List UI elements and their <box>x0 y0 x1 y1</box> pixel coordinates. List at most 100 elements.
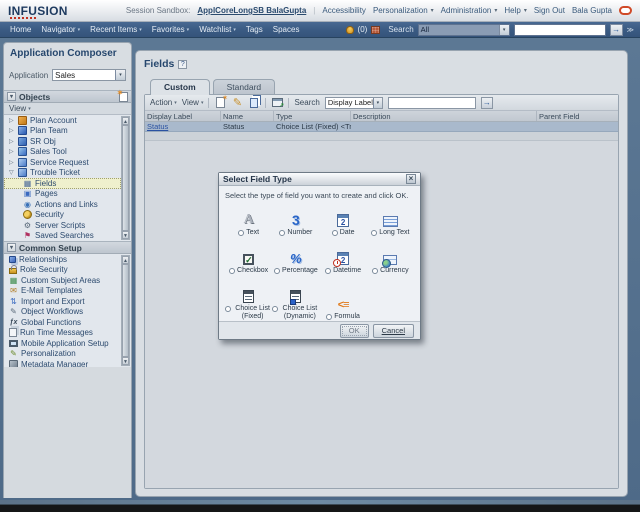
administration-menu[interactable]: Administration <box>441 6 492 15</box>
tree-item-trouble-ticket[interactable]: ▽ Trouble Ticket <box>4 168 121 179</box>
option-number[interactable]: 3 Number <box>272 204 319 237</box>
list-item-personalization[interactable]: ✎ Personalization <box>4 349 121 360</box>
scroll-down-icon[interactable]: ▼ <box>122 357 129 365</box>
column-header-description[interactable]: Description <box>351 111 537 121</box>
view-menu-button[interactable]: View ▾ <box>182 98 204 107</box>
search-column-select[interactable]: Display Label ▾ <box>325 97 383 109</box>
tree-item-server-scripts[interactable]: ⚙ Server Scripts <box>4 220 121 231</box>
radio-number[interactable] <box>279 230 285 236</box>
option-date[interactable]: 2 Date <box>320 204 367 237</box>
list-item-object-workflows[interactable]: ✎ Object Workflows <box>4 307 121 318</box>
expand-icon[interactable]: ▷ <box>9 127 15 134</box>
column-header-display-label[interactable]: Display Label <box>145 111 221 121</box>
radio-long-text[interactable] <box>371 230 377 236</box>
fields-search-go-button[interactable]: → <box>481 97 493 109</box>
tab-custom[interactable]: Custom <box>150 79 210 95</box>
tree-item-plan-team[interactable]: ▷ Plan Team <box>4 126 121 137</box>
field-status-link[interactable]: Status <box>147 122 168 131</box>
tree-item-plan-account[interactable]: ▷ Plan Account <box>4 115 121 126</box>
option-percentage[interactable]: % Percentage <box>272 242 319 275</box>
search-scope-select[interactable]: All ▾ <box>418 24 510 36</box>
collapse-icon[interactable]: ▾ <box>7 92 16 101</box>
option-choice-list-dynamic[interactable]: Choice List (Dynamic) <box>272 280 319 321</box>
radio-formula[interactable] <box>326 314 332 320</box>
list-item-custom-subject-areas[interactable]: ▦ Custom Subject Areas <box>4 275 121 286</box>
tab-standard[interactable]: Standard <box>213 79 276 95</box>
radio-datetime[interactable] <box>325 268 331 274</box>
scroll-up-icon[interactable]: ▲ <box>122 256 129 264</box>
scroll-up-icon[interactable]: ▲ <box>122 117 129 125</box>
edit-field-button[interactable]: ✎ <box>231 97 243 109</box>
expand-icon[interactable]: ▷ <box>9 117 15 124</box>
scrollbar-thumb[interactable] <box>122 125 129 231</box>
radio-percentage[interactable] <box>274 268 280 274</box>
collapse-tree-icon[interactable]: ▽ <box>9 169 15 176</box>
calendar-icon[interactable] <box>371 26 380 34</box>
ok-button[interactable]: OK <box>340 324 369 338</box>
option-formula[interactable]: <≡ Formula <box>320 280 367 321</box>
expand-icon[interactable]: ▷ <box>9 159 15 166</box>
search-go-button[interactable]: → <box>610 24 623 36</box>
notifications-bell-icon[interactable] <box>346 26 354 34</box>
tree-item-sr-obj[interactable]: ▷ SR Obj <box>4 136 121 147</box>
nav-watchlist[interactable]: Watchlist▾ <box>199 25 236 34</box>
list-item-run-time-messages[interactable]: Run Time Messages <box>4 328 121 339</box>
tree-item-pages[interactable]: ▣ Pages <box>4 189 121 200</box>
table-row[interactable]: Status Status Choice List (Fixed) <Troub… <box>145 122 618 132</box>
radio-date[interactable] <box>332 230 338 236</box>
tree-item-security[interactable]: Security <box>4 210 121 221</box>
option-currency[interactable]: Currency <box>367 242 414 275</box>
action-menu-button[interactable]: Action ▾ <box>150 98 177 107</box>
tree-item-actions-and-links[interactable]: ◉ Actions and Links <box>4 199 121 210</box>
radio-choice-list-fixed[interactable] <box>225 306 231 312</box>
view-menu-button[interactable]: View <box>9 104 26 113</box>
list-item-import-and-export[interactable]: ⇅ Import and Export <box>4 296 121 307</box>
radio-checkbox[interactable] <box>229 268 235 274</box>
expand-icon[interactable]: ▷ <box>9 148 15 155</box>
radio-currency[interactable] <box>372 268 378 274</box>
list-item-relationships[interactable]: Relationships <box>4 254 121 265</box>
scroll-down-icon[interactable]: ▼ <box>122 231 129 239</box>
radio-text[interactable] <box>238 230 244 236</box>
expand-icon[interactable]: ▷ <box>9 138 15 145</box>
list-item-mobile-application-setup[interactable]: Mobile Application Setup <box>4 338 121 349</box>
chevron-down-icon[interactable]: ▾ <box>373 98 382 108</box>
sign-out-link[interactable]: Sign Out <box>534 6 565 15</box>
create-object-icon[interactable] <box>119 92 128 102</box>
duplicate-field-button[interactable] <box>248 97 260 109</box>
scrollbar-thumb[interactable] <box>122 264 129 357</box>
tree-item-sales-tool[interactable]: ▷ Sales Tool <box>4 147 121 158</box>
create-field-button[interactable] <box>214 97 226 109</box>
detach-table-button[interactable] <box>271 97 283 109</box>
list-item-role-security[interactable]: Role Security <box>4 265 121 276</box>
nav-tags[interactable]: Tags <box>246 25 263 34</box>
common-setup-scrollbar[interactable]: ▲ ▼ <box>121 255 130 366</box>
global-search-input[interactable] <box>514 24 606 36</box>
option-text[interactable]: A Text <box>225 204 272 237</box>
session-sandbox-link[interactable]: ApplCoreLongSB BalaGupta <box>197 6 306 15</box>
chevron-down-icon[interactable]: ▾ <box>115 70 125 80</box>
common-setup-accordion-header[interactable]: ▾ Common Setup <box>4 241 131 254</box>
tree-scrollbar[interactable]: ▲ ▼ <box>121 116 130 240</box>
collapse-icon[interactable]: ▾ <box>7 243 16 252</box>
tree-item-saved-searches[interactable]: ⚑ Saved Searches <box>4 231 121 242</box>
list-item-metadata-manager[interactable]: Metadata Manager <box>4 359 121 367</box>
column-header-type[interactable]: Type <box>274 111 351 121</box>
option-datetime[interactable]: 2 Datetime <box>320 242 367 275</box>
nav-navigator[interactable]: Navigator▾ <box>41 25 80 34</box>
option-checkbox[interactable]: ✓ Checkbox <box>225 242 272 275</box>
accessibility-link[interactable]: Accessibility <box>322 6 366 15</box>
tree-item-service-request[interactable]: ▷ Service Request <box>4 157 121 168</box>
option-long-text[interactable]: Long Text <box>367 204 414 237</box>
option-choice-list-fixed[interactable]: Choice List (Fixed) <box>225 280 272 321</box>
cancel-button[interactable]: Cancel <box>373 324 414 338</box>
advanced-search-icon[interactable]: ≫ <box>627 26 634 34</box>
fields-search-input[interactable] <box>388 97 476 109</box>
column-header-name[interactable]: Name <box>221 111 274 121</box>
column-header-parent-field[interactable]: Parent Field <box>537 111 618 121</box>
nav-home[interactable]: Home <box>10 25 31 34</box>
tree-item-fields[interactable]: ▦ Fields <box>4 178 121 189</box>
personalization-menu[interactable]: Personalization <box>373 6 428 15</box>
chevron-down-icon[interactable]: ▾ <box>499 25 509 35</box>
dialog-title-bar[interactable]: Select Field Type × <box>219 173 420 186</box>
